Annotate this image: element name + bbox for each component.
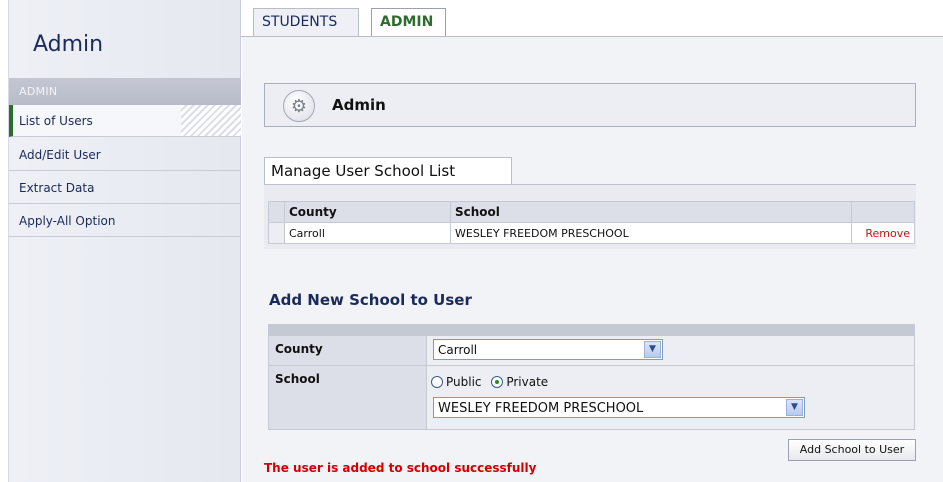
- school-label: School: [268, 365, 427, 430]
- cell-school: WESLEY FREEDOM PRESCHOOL: [450, 222, 852, 244]
- tab-admin[interactable]: ADMIN: [371, 8, 446, 36]
- gear-icon: ⚙: [283, 90, 315, 122]
- table-header-spacer: [268, 201, 285, 223]
- column-header-county: County: [284, 201, 451, 223]
- sidebar: Admin ADMIN List of Users Add/Edit User …: [8, 0, 241, 482]
- add-school-button[interactable]: Add School to User: [788, 439, 916, 461]
- radio-public-label: Public: [446, 375, 482, 389]
- tab-students[interactable]: STUDENTS: [253, 8, 359, 36]
- sidebar-item-label: Add/Edit User: [19, 148, 101, 162]
- county-label: County: [268, 335, 427, 366]
- sidebar-item-label: Apply-All Option: [19, 214, 116, 228]
- school-type-radios: Public Private: [431, 369, 910, 393]
- add-school-heading: Add New School to User: [269, 291, 472, 309]
- chevron-down-icon[interactable]: ▼: [644, 341, 661, 358]
- school-select[interactable]: WESLEY FREEDOM PRESCHOOL ▼: [433, 397, 805, 418]
- table-header-row: County School: [268, 201, 915, 223]
- sidebar-item-extract-data[interactable]: Extract Data: [9, 172, 241, 204]
- manage-list-title: Manage User School List: [264, 157, 512, 184]
- county-select-value: Carroll: [438, 343, 478, 357]
- table-row: Carroll WESLEY FREEDOM PRESCHOOL Remove: [268, 222, 915, 244]
- county-select[interactable]: Carroll ▼: [433, 339, 663, 360]
- remove-link[interactable]: Remove: [851, 222, 915, 244]
- school-select-value: WESLEY FREEDOM PRESCHOOL: [438, 401, 644, 416]
- add-school-form: County Carroll ▼ School Public Private W…: [268, 335, 915, 430]
- add-school-bar: [268, 324, 915, 335]
- cell-county: Carroll: [284, 222, 451, 244]
- sidebar-title: Admin: [33, 32, 104, 57]
- form-row-school: School Public Private WESLEY FREEDOM PRE…: [268, 365, 915, 430]
- column-header-school: School: [450, 201, 852, 223]
- radio-private-label: Private: [506, 375, 549, 389]
- sidebar-section-header: ADMIN: [9, 78, 241, 105]
- tab-divider: [241, 36, 943, 37]
- radio-public[interactable]: [431, 376, 443, 388]
- page-header: ⚙ Admin: [264, 83, 916, 127]
- page-title: Admin: [332, 96, 386, 114]
- column-header-action: [851, 201, 915, 223]
- school-list-table: County School Carroll WESLEY FREEDOM PRE…: [268, 201, 915, 244]
- sidebar-item-list-of-users[interactable]: List of Users: [9, 105, 241, 137]
- sidebar-item-apply-all-option[interactable]: Apply-All Option: [9, 205, 241, 237]
- county-cell: Carroll ▼: [426, 335, 915, 366]
- sidebar-item-add-edit-user[interactable]: Add/Edit User: [9, 139, 241, 171]
- status-message: The user is added to school successfully: [264, 461, 537, 475]
- chevron-down-icon[interactable]: ▼: [786, 399, 803, 416]
- sidebar-item-label: List of Users: [19, 114, 93, 128]
- row-spacer: [268, 222, 285, 244]
- radio-private[interactable]: [491, 376, 504, 388]
- active-item-hatch: [181, 105, 241, 136]
- form-row-county: County Carroll ▼: [268, 335, 915, 366]
- school-cell: Public Private WESLEY FREEDOM PRESCHOOL …: [426, 365, 915, 430]
- sidebar-item-label: Extract Data: [19, 181, 95, 195]
